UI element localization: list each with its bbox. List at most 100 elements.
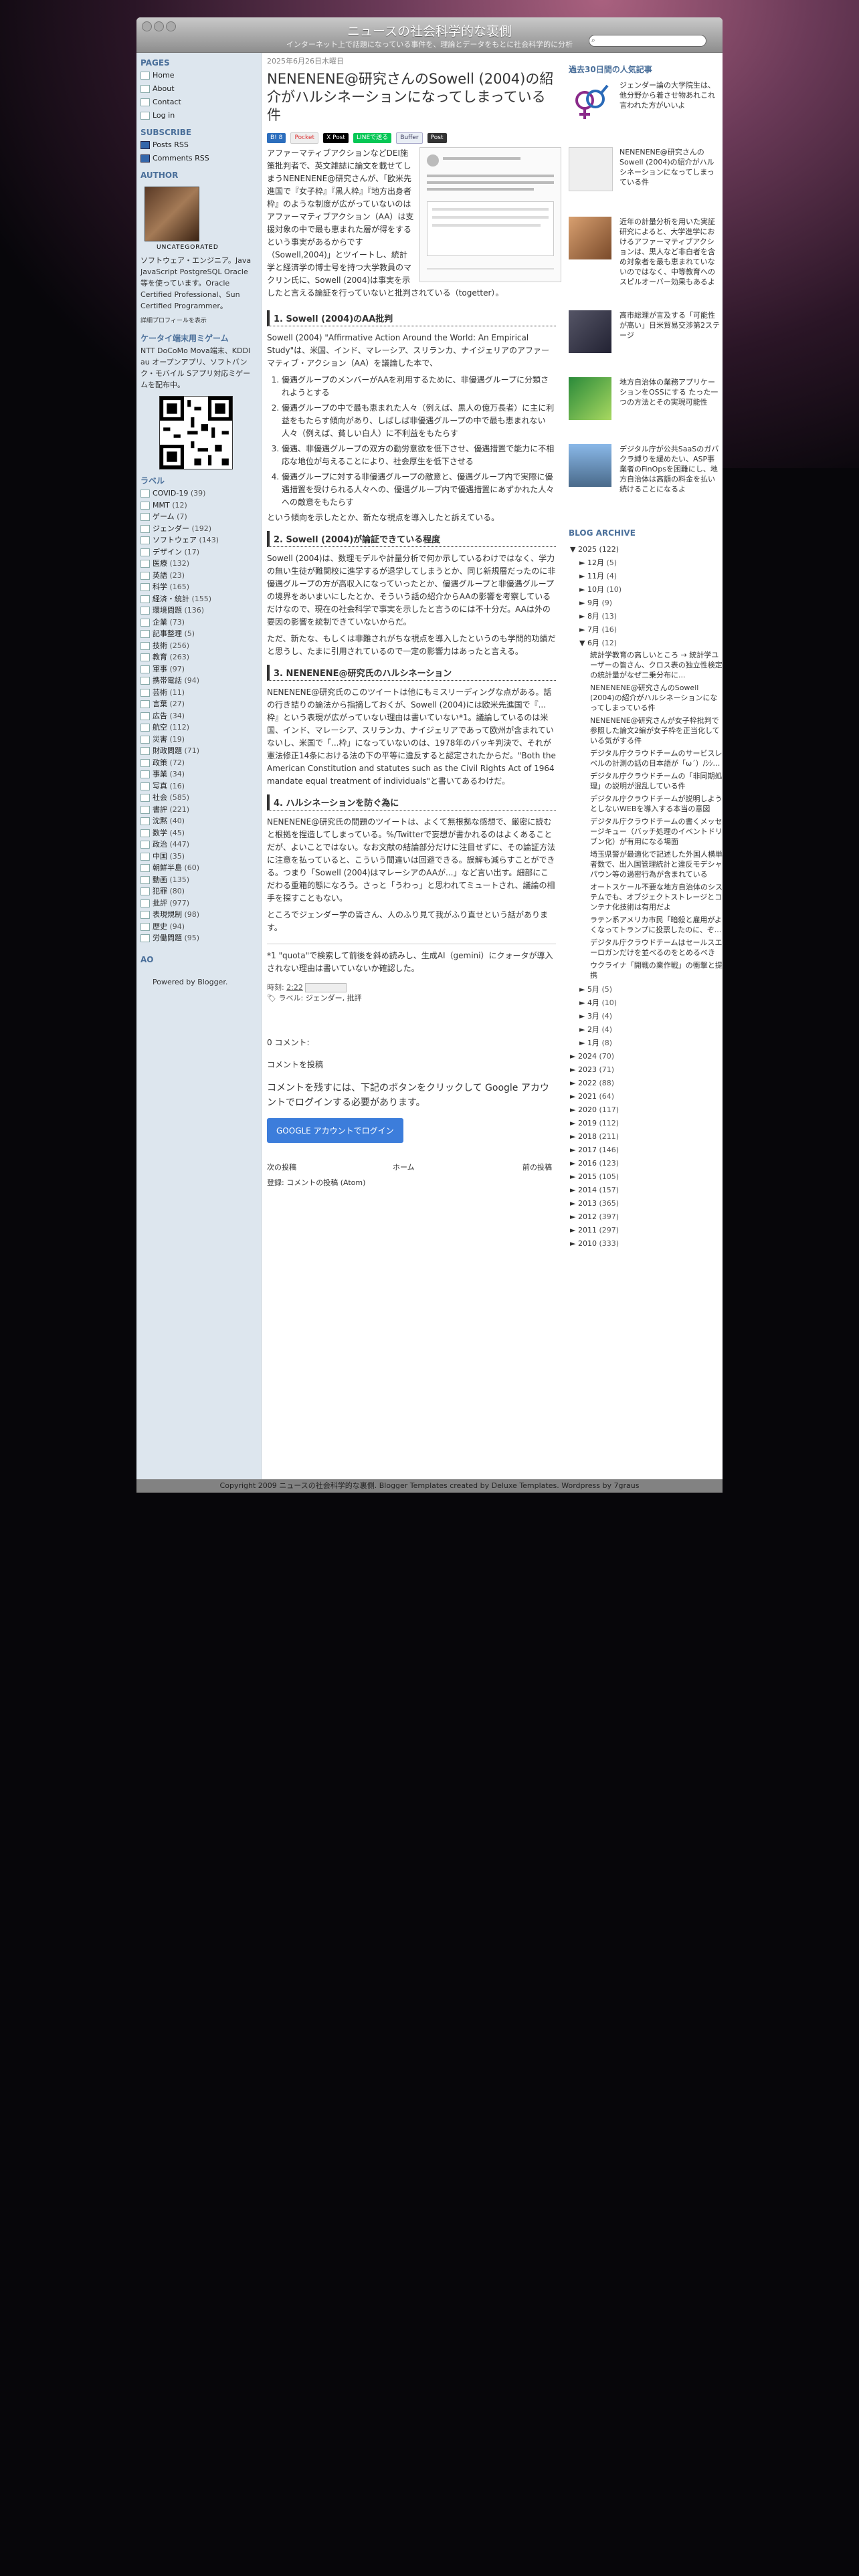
archive-post-link[interactable]: オートスケール不要な地方自治体のシステムでも、オブジェクトストレージとコンテナ化… — [570, 882, 723, 912]
archive-month[interactable]: ► 2月 (4) — [570, 1023, 723, 1037]
label-item[interactable]: 言葉 (27) — [140, 698, 261, 710]
archive-post-link[interactable]: 埼玉県警が最適化で記述した外国人横単者数で、出入国管理統計と違反モデシャパウン等… — [570, 849, 723, 879]
label-item[interactable]: 経済・統計 (155) — [140, 593, 261, 605]
archive-month[interactable]: ► 7月 (16) — [570, 623, 723, 637]
archive-year[interactable]: ► 2022 (88) — [570, 1077, 723, 1090]
archive-month[interactable]: ► 3月 (4) — [570, 1010, 723, 1023]
archive-year[interactable]: ► 2011 (297) — [570, 1224, 723, 1237]
buffer-button[interactable]: Buffer — [396, 132, 423, 144]
label-item[interactable]: 数学 (45) — [140, 827, 261, 839]
archive-post-link[interactable]: デジタル庁クラウドチームはセールスエーロガンだけを並べるのをとめるべき — [570, 938, 723, 958]
archive-month-june[interactable]: ▼ 6月 (12) — [570, 637, 723, 650]
label-item[interactable]: 環境問題 (136) — [140, 605, 261, 617]
archive-post-link[interactable]: デジタル庁クラウドチームのサービスレベルの計測の話の日本語が「ω´）/ｼｼ… — [570, 748, 723, 768]
archive-post-link[interactable]: デジタル庁クラウドチームが説明しようとしないWEBを導入する本当の意図 — [570, 794, 723, 814]
powered-by[interactable]: Powered by Blogger. — [136, 976, 261, 988]
tumblr-post-button[interactable]: Post — [427, 133, 447, 143]
search-input[interactable]: ⌕ — [589, 35, 706, 47]
label-item[interactable]: デザイン (17) — [140, 546, 261, 558]
archive-post-link[interactable]: NENENENE@研究さんが女子枠批判で参照した論文2編が女子枠を正当化している… — [570, 716, 723, 746]
label-item[interactable]: 航空 (112) — [140, 722, 261, 734]
pocket-button[interactable]: Pocket — [290, 132, 318, 144]
archive-year[interactable]: ► 2014 (157) — [570, 1184, 723, 1197]
label-item[interactable]: ソフトウェア (143) — [140, 534, 261, 546]
label-item[interactable]: 事業 (34) — [140, 768, 261, 780]
archive-year[interactable]: ► 2015 (105) — [570, 1170, 723, 1184]
archive-month[interactable]: ► 1月 (8) — [570, 1037, 723, 1050]
permalink[interactable]: 2:22 — [286, 983, 303, 992]
archive-month[interactable]: ► 5月 (5) — [570, 983, 723, 996]
label-item[interactable]: 携帯電話 (94) — [140, 675, 261, 687]
popular-post-item[interactable]: NENENENE@研究さんのSowell (2004)の紹介がハルシネーションに… — [566, 147, 723, 217]
author-avatar[interactable] — [145, 187, 199, 241]
archive-year[interactable]: ► 2017 (146) — [570, 1144, 723, 1157]
label-item[interactable]: 財政問題 (71) — [140, 745, 261, 757]
archive-post-link[interactable]: ラテン系アメリカ市民「暗殺と雇用がよくなってトランプに投票したのに、ぞ... — [570, 915, 723, 935]
page-link[interactable]: About — [140, 82, 261, 96]
feed-link[interactable]: Posts RSS — [140, 138, 261, 152]
archive-post-link[interactable]: デジタル庁クラウドチームの「非同期処理」の説明が混乱している件 — [570, 771, 723, 791]
label-item[interactable]: 写真 (16) — [140, 780, 261, 792]
label-item[interactable]: 政策 (72) — [140, 757, 261, 769]
newer-post-link[interactable]: 次の投稿 — [267, 1162, 296, 1172]
label-item[interactable]: 英語 (23) — [140, 570, 261, 582]
archive-year-2025[interactable]: ▼ 2025 (122) — [570, 543, 723, 556]
popular-post-item[interactable]: 近年の計量分析を用いた実証研究によると、大学進学におけるアファーマティブアクショ… — [566, 217, 723, 310]
x-post-button[interactable]: X Post — [323, 133, 349, 143]
archive-post-link[interactable]: 統計学教育の高しいところ → 統計学ユーザーの皆さん、クロス表の独立性検定の統計… — [570, 650, 723, 680]
label-item[interactable]: 歴史 (94) — [140, 921, 261, 933]
feed-link[interactable]: Comments RSS — [140, 152, 261, 165]
line-share-button[interactable]: LINEで送る — [353, 133, 392, 143]
atom-subscribe-link[interactable]: 登録: コメントの投稿 (Atom) — [267, 1176, 556, 1189]
label-item[interactable]: 科学 (165) — [140, 581, 261, 593]
label-item[interactable]: 表現規制 (98) — [140, 909, 261, 921]
label-item[interactable]: 朝鮮半島 (60) — [140, 862, 261, 874]
archive-year[interactable]: ► 2013 (365) — [570, 1197, 723, 1210]
label-item[interactable]: COVID-19 (39) — [140, 488, 261, 500]
hatena-bookmark-button[interactable]: B! 8 — [267, 133, 286, 143]
share-icons[interactable] — [305, 983, 347, 992]
label-item[interactable]: 沈黙 (40) — [140, 815, 261, 827]
archive-month[interactable]: ► 12月 (5) — [570, 556, 723, 570]
popular-post-item[interactable]: デジタル庁が公共SaaSのガバクラ縛りを緩めたい、ASP事業者のFinOpsを困… — [566, 444, 723, 518]
label-item[interactable]: 軍事 (97) — [140, 663, 261, 675]
archive-post-link[interactable]: NENENENE@研究さんのSowell (2004)の紹介がハルシネーションに… — [570, 683, 723, 713]
label-item[interactable]: ゲーム (7) — [140, 511, 261, 523]
label-item[interactable]: MMT (12) — [140, 500, 261, 512]
archive-year[interactable]: ► 2023 (71) — [570, 1063, 723, 1077]
archive-year[interactable]: ► 2010 (333) — [570, 1237, 723, 1251]
label-item[interactable]: 企業 (73) — [140, 617, 261, 629]
page-link[interactable]: Home — [140, 69, 261, 82]
archive-month[interactable]: ► 11月 (4) — [570, 570, 723, 583]
post-labels[interactable]: ジェンダー, 批評 — [306, 994, 362, 1002]
archive-month[interactable]: ► 4月 (10) — [570, 996, 723, 1010]
archive-year[interactable]: ► 2020 (117) — [570, 1103, 723, 1117]
google-login-button[interactable]: GOOGLE アカウントでログイン — [267, 1118, 403, 1143]
label-item[interactable]: 犯罪 (80) — [140, 885, 261, 897]
archive-year[interactable]: ► 2021 (64) — [570, 1090, 723, 1103]
profile-link[interactable]: 詳細プロフィールを表示 — [136, 316, 261, 327]
page-link[interactable]: Log in — [140, 109, 261, 122]
archive-post-link[interactable]: ウクライナ「開戦の業作戦」の衝撃と提携 — [570, 960, 723, 980]
archive-year[interactable]: ► 2019 (112) — [570, 1117, 723, 1130]
label-item[interactable]: 労働問題 (95) — [140, 932, 261, 944]
archive-year[interactable]: ► 2018 (211) — [570, 1130, 723, 1144]
popular-post-item[interactable]: ジェンダー論の大学院生は、他分野から着させ物あれこれ言われた方がいいよ — [566, 80, 723, 147]
author-name[interactable]: UNCATEGORATED — [157, 244, 261, 251]
older-post-link[interactable]: 前の投稿 — [522, 1162, 552, 1172]
archive-month[interactable]: ► 9月 (9) — [570, 597, 723, 610]
label-item[interactable]: 災害 (19) — [140, 734, 261, 746]
popular-post-item[interactable]: 高市総理が言及する「可能性が高い」日米貿易交渉第2ステージ — [566, 310, 723, 377]
label-item[interactable]: 動画 (135) — [140, 874, 261, 886]
label-item[interactable]: 社会 (585) — [140, 792, 261, 804]
label-item[interactable]: 中国 (35) — [140, 851, 261, 863]
embedded-tweet-image[interactable] — [419, 147, 561, 282]
popular-post-item[interactable]: 地方自治体の業務アプリケーションをOSSにする たった一つの方法とその実現可能性 — [566, 377, 723, 444]
post-title[interactable]: NENENENE@研究さんのSowell (2004)の紹介がハルシネーションに… — [267, 70, 556, 124]
label-item[interactable]: 記事整理 (5) — [140, 628, 261, 640]
home-link[interactable]: ホーム — [393, 1162, 415, 1172]
label-item[interactable]: 芸術 (11) — [140, 687, 261, 699]
archive-month[interactable]: ► 8月 (13) — [570, 610, 723, 623]
archive-year[interactable]: ► 2024 (70) — [570, 1050, 723, 1063]
archive-month[interactable]: ► 10月 (10) — [570, 583, 723, 597]
